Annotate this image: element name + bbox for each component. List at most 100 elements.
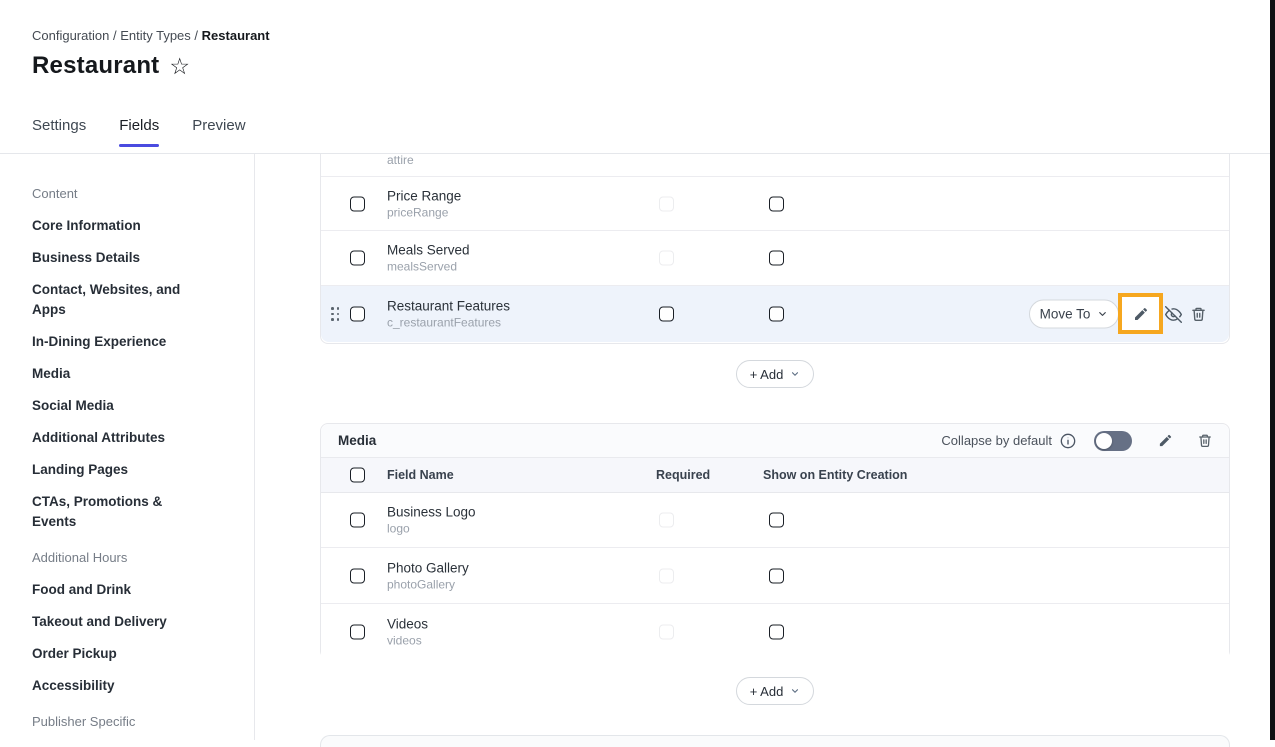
field-api-name: mealsServed <box>387 259 470 275</box>
field-api-name: attire <box>387 152 414 168</box>
collapse-by-default-label: Collapse by default <box>941 433 1052 448</box>
breadcrumb-current: Restaurant <box>202 28 270 43</box>
breadcrumb-entity-types[interactable]: Entity Types <box>120 28 191 43</box>
row-checkbox[interactable] <box>350 513 365 528</box>
sidebar-item-contact-websites-apps[interactable]: Contact, Websites, and Apps <box>32 280 194 320</box>
row-checkbox[interactable] <box>350 307 365 322</box>
edit-pencil-icon <box>1133 306 1149 322</box>
trash-icon <box>1198 433 1212 448</box>
media-table-column-header: Field Name Required Show on Entity Creat… <box>321 458 1229 493</box>
table-row-price-range: Price Range priceRange <box>321 177 1229 231</box>
edit-pencil-icon <box>1158 433 1173 448</box>
hide-field-button[interactable] <box>1164 305 1182 323</box>
tab-bar: Settings Fields Preview <box>32 117 246 147</box>
table-row-videos: Videos videos <box>321 604 1229 659</box>
delete-field-button[interactable] <box>1189 305 1207 323</box>
required-checkbox-disabled <box>659 196 674 211</box>
field-name: Videos <box>387 615 428 632</box>
required-checkbox[interactable] <box>659 307 674 322</box>
collapse-by-default-toggle[interactable] <box>1094 431 1132 451</box>
active-tab-underline <box>119 144 159 147</box>
sidebar-item-media[interactable]: Media <box>32 364 194 384</box>
chevron-down-icon <box>790 369 800 379</box>
entity-type-config-page: Configuration / Entity Types / Restauran… <box>0 0 1275 740</box>
sidebar-item-in-dining-experience[interactable]: In-Dining Experience <box>32 332 194 352</box>
sidebar-section-additional-hours: Additional Hours <box>32 548 230 568</box>
field-api-name: videos <box>387 632 428 648</box>
table-row-business-logo: Business Logo logo <box>321 493 1229 548</box>
field-name: Photo Gallery <box>387 559 469 576</box>
field-api-name: logo <box>387 521 476 537</box>
chevron-down-icon <box>790 686 800 696</box>
field-api-name: priceRange <box>387 204 461 220</box>
sidebar-item-core-information[interactable]: Core Information <box>32 216 194 236</box>
field-name: Restaurant Features <box>387 298 510 315</box>
eye-slash-icon <box>1165 306 1182 323</box>
tab-preview[interactable]: Preview <box>192 117 245 147</box>
star-favorite-icon[interactable]: ☆ <box>169 55 190 78</box>
field-name: Business Logo <box>387 504 476 521</box>
show-on-entity-creation-checkbox[interactable] <box>769 307 784 322</box>
show-on-entity-creation-checkbox[interactable] <box>769 568 784 583</box>
field-name: Price Range <box>387 187 461 204</box>
sidebar-item-food-and-drink[interactable]: Food and Drink <box>32 580 194 600</box>
show-on-entity-creation-checkbox[interactable] <box>769 624 784 639</box>
tab-fields[interactable]: Fields <box>119 117 159 147</box>
table-row-photo-gallery: Photo Gallery photoGallery <box>321 548 1229 604</box>
delete-section-button[interactable] <box>1198 433 1212 448</box>
next-section-top-edge <box>320 735 1230 747</box>
field-sections-sidebar: Content Core Information Business Detail… <box>0 154 255 740</box>
table-row-meals-served: Meals Served mealsServed <box>321 231 1229 286</box>
field-api-name: photoGallery <box>387 576 469 592</box>
show-on-entity-creation-checkbox[interactable] <box>769 251 784 266</box>
sidebar-item-order-pickup[interactable]: Order Pickup <box>32 644 194 664</box>
breadcrumb: Configuration / Entity Types / Restauran… <box>32 28 270 43</box>
add-field-button[interactable]: + Add <box>736 360 815 388</box>
table-row-attire-clipped: attire <box>321 154 1229 177</box>
info-icon[interactable] <box>1060 433 1076 449</box>
sidebar-item-takeout-and-delivery[interactable]: Takeout and Delivery <box>32 612 194 632</box>
move-to-button[interactable]: Move To <box>1029 300 1119 329</box>
field-name: Meals Served <box>387 242 470 259</box>
column-header-show-on-entity-creation: Show on Entity Creation <box>763 468 907 482</box>
required-checkbox-disabled <box>659 624 674 639</box>
screen-right-edge <box>1270 0 1275 740</box>
row-checkbox[interactable] <box>350 196 365 211</box>
edit-section-button[interactable] <box>1158 433 1173 448</box>
sidebar-item-additional-attributes[interactable]: Additional Attributes <box>32 428 194 448</box>
show-on-entity-creation-checkbox[interactable] <box>769 513 784 528</box>
breadcrumb-configuration[interactable]: Configuration <box>32 28 109 43</box>
column-header-required: Required <box>656 468 710 482</box>
sidebar-section-content: Content <box>32 184 230 204</box>
edit-field-button-highlighted[interactable] <box>1118 293 1163 334</box>
sidebar-item-business-details[interactable]: Business Details <box>32 248 194 268</box>
select-all-checkbox[interactable] <box>350 468 365 483</box>
table-row-restaurant-features: Restaurant Features c_restaurantFeatures… <box>321 286 1229 342</box>
toggle-knob <box>1096 433 1112 449</box>
required-checkbox-disabled <box>659 568 674 583</box>
tab-settings[interactable]: Settings <box>32 117 86 147</box>
chevron-down-icon <box>1097 309 1108 320</box>
section-title: Media <box>338 433 376 448</box>
row-checkbox[interactable] <box>350 568 365 583</box>
page-title: Restaurant <box>32 52 159 80</box>
sidebar-section-publisher-specific: Publisher Specific <box>32 712 230 732</box>
sidebar-item-ctas-promotions-events[interactable]: CTAs, Promotions & Events <box>32 492 194 532</box>
sidebar-item-social-media[interactable]: Social Media <box>32 396 194 416</box>
media-section-header: Media Collapse by default <box>321 424 1229 458</box>
row-checkbox[interactable] <box>350 624 365 639</box>
column-header-field-name: Field Name <box>387 468 454 482</box>
row-checkbox[interactable] <box>350 251 365 266</box>
required-checkbox-disabled <box>659 251 674 266</box>
show-on-entity-creation-checkbox[interactable] <box>769 196 784 211</box>
trash-icon <box>1191 306 1206 322</box>
fields-table: attire Price Range priceRange Meals Serv… <box>320 154 1230 344</box>
drag-handle-icon[interactable] <box>331 307 340 321</box>
media-section: Media Collapse by default Field Name Req… <box>320 423 1230 659</box>
field-api-name: c_restaurantFeatures <box>387 315 510 331</box>
sidebar-item-landing-pages[interactable]: Landing Pages <box>32 460 194 480</box>
add-media-field-button[interactable]: + Add <box>736 677 815 705</box>
sidebar-item-accessibility[interactable]: Accessibility <box>32 676 194 696</box>
breadcrumb-separator: / <box>194 28 201 43</box>
required-checkbox-disabled <box>659 513 674 528</box>
